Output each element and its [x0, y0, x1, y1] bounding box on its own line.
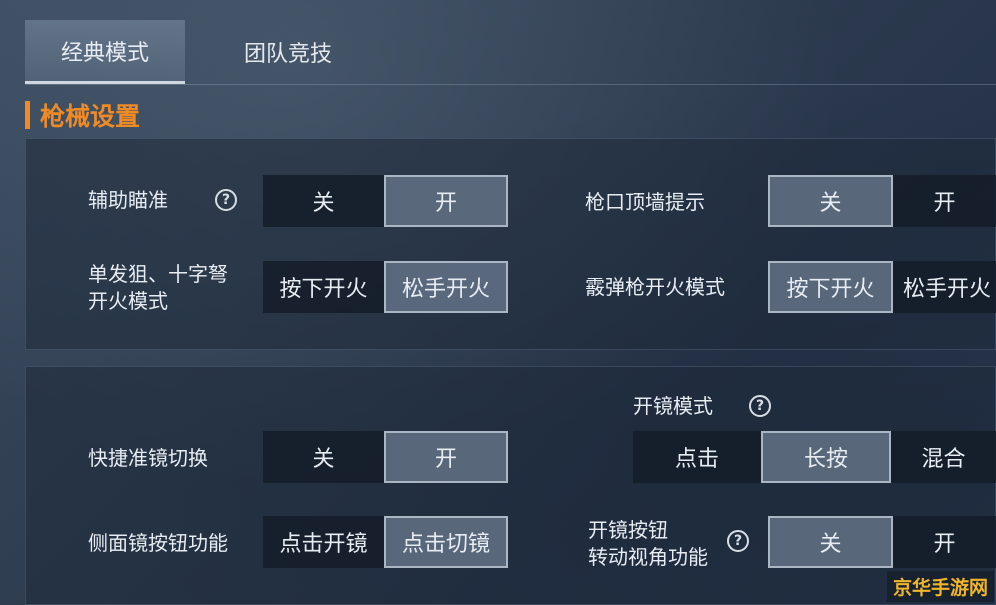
aim-assist-help-icon[interactable]: ? [215, 189, 237, 211]
shotgun-fire-label: 霰弹枪开火模式 [585, 275, 725, 299]
shotgun-fire-toggle: 按下开火 松手开火 [768, 261, 996, 313]
sniper-press-fire-button[interactable]: 按下开火 [263, 261, 384, 313]
quick-scope-toggle: 关 开 [263, 431, 508, 483]
sniper-fire-label-line1: 单发狙、十字弩 [88, 262, 228, 286]
tab-team-deathmatch[interactable]: 团队竞技 [203, 20, 373, 84]
side-scope-toggle: 点击开镜 点击切镜 [263, 516, 508, 568]
sniper-fire-toggle: 按下开火 松手开火 [263, 261, 508, 313]
section-accent-bar [25, 101, 30, 129]
muzzle-wall-label: 枪口顶墙提示 [585, 190, 705, 214]
aim-assist-on-button[interactable]: 开 [384, 175, 508, 227]
aim-assist-toggle: 关 开 [263, 175, 508, 227]
scope-mode-label: 开镜模式 [633, 394, 713, 418]
muzzle-wall-toggle: 关 开 [768, 175, 996, 227]
side-scope-tap-open-button[interactable]: 点击开镜 [263, 516, 384, 568]
scope-rotate-on-button[interactable]: 开 [893, 516, 996, 568]
quick-scope-off-button[interactable]: 关 [263, 431, 384, 483]
sniper-release-fire-button[interactable]: 松手开火 [384, 261, 508, 313]
section-title-text: 枪械设置 [40, 102, 141, 131]
shotgun-press-fire-button[interactable]: 按下开火 [768, 261, 893, 313]
side-scope-tap-switch-button[interactable]: 点击切镜 [384, 516, 508, 568]
tab-classic-mode[interactable]: 经典模式 [25, 20, 185, 84]
aim-assist-off-button[interactable]: 关 [263, 175, 384, 227]
scope-rotate-toggle: 关 开 [768, 516, 996, 568]
scope-rotate-label-line1: 开镜按钮 [588, 518, 668, 542]
scope-mode-mixed-button[interactable]: 混合 [891, 431, 996, 483]
scope-rotate-off-button[interactable]: 关 [768, 516, 893, 568]
scope-rotate-label-line2: 转动视角功能 [588, 545, 708, 569]
sniper-fire-label-line2: 开火模式 [88, 289, 168, 313]
section-title: 枪械设置 [25, 98, 140, 132]
quick-scope-on-button[interactable]: 开 [384, 431, 508, 483]
muzzle-wall-off-button[interactable]: 关 [768, 175, 893, 227]
scope-settings-panel [25, 366, 996, 605]
watermark: 京华手游网 [886, 571, 994, 602]
scope-mode-tap-button[interactable]: 点击 [633, 431, 761, 483]
weapon-settings-panel [25, 138, 996, 350]
side-scope-label: 侧面镜按钮功能 [88, 531, 228, 555]
scope-mode-toggle: 点击 长按 混合 [633, 431, 996, 483]
muzzle-wall-on-button[interactable]: 开 [893, 175, 996, 227]
quick-scope-label: 快捷准镜切换 [88, 446, 208, 470]
scope-mode-hold-button[interactable]: 长按 [761, 431, 891, 483]
scope-rotate-help-icon[interactable]: ? [727, 530, 749, 552]
shotgun-release-fire-button[interactable]: 松手开火 [893, 261, 996, 313]
scope-mode-help-icon[interactable]: ? [749, 395, 771, 417]
mode-tabs: 经典模式 团队竞技 [25, 20, 996, 85]
aim-assist-label: 辅助瞄准 [88, 188, 168, 212]
